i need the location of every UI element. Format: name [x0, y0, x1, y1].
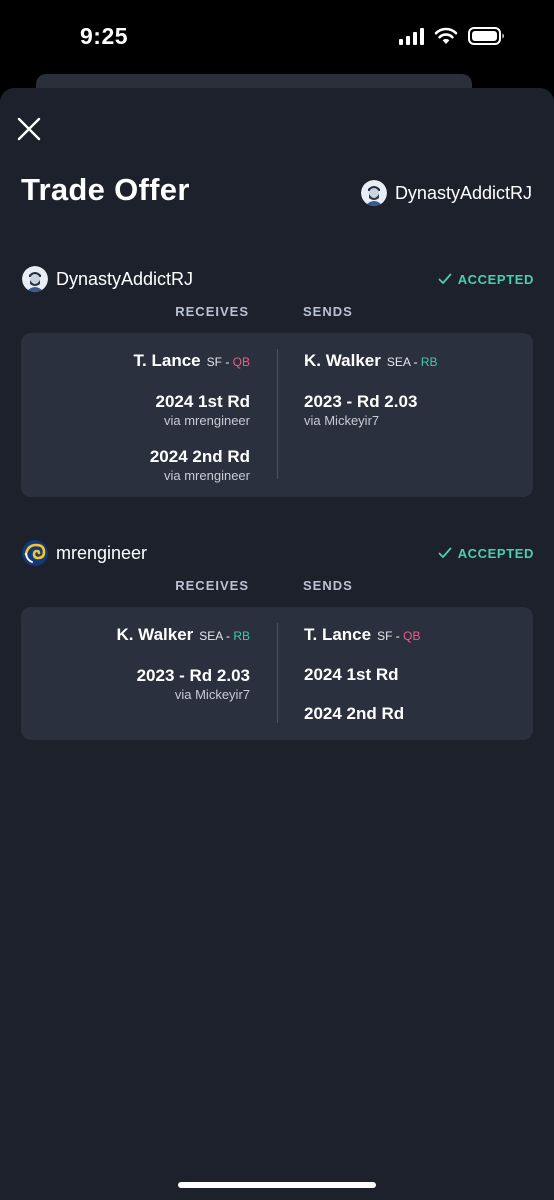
section-username: DynastyAddictRJ — [56, 268, 194, 289]
pick-name: 2024 2nd Rd — [149, 447, 250, 466]
card-divider — [277, 623, 278, 723]
sends-label: SENDS — [303, 578, 353, 593]
pick-name: 2023 - Rd 2.03 — [136, 666, 250, 685]
trade-card: T. Lance SF - QB 2024 1st Rd via mrengine… — [21, 333, 533, 497]
header-username: DynastyAddictRJ — [394, 182, 532, 203]
rams-logo-avatar-icon — [22, 540, 48, 566]
section-header: mrengineer ACCEPTED — [22, 538, 534, 568]
asset-pick[interactable]: 2024 1st Rd — [304, 664, 420, 686]
cellular-signal-icon — [399, 27, 424, 45]
accepted-label: ACCEPTED — [457, 271, 534, 287]
team-label: SEA — [386, 355, 411, 369]
close-button[interactable] — [14, 114, 44, 144]
battery-icon — [468, 27, 504, 45]
check-icon — [438, 547, 452, 558]
player-name: K. Walker — [304, 351, 381, 370]
position-label: QB — [232, 355, 250, 369]
pick-via: via mrengineer — [164, 413, 250, 428]
wifi-icon — [434, 27, 458, 44]
section-username: mrengineer — [56, 542, 148, 563]
asset-pick[interactable]: 2023 - Rd 2.03 via Mickeyir7 — [116, 665, 250, 702]
asset-player[interactable]: T. Lance SF - QB — [304, 624, 420, 647]
header-user[interactable]: DynastyAddictRJ — [360, 180, 532, 206]
home-indicator[interactable] — [178, 1182, 376, 1188]
team-label: SF — [206, 355, 222, 369]
pick-via: via Mickeyir7 — [304, 413, 380, 428]
asset-pick[interactable]: 2023 - Rd 2.03 via Mickeyir7 — [304, 391, 438, 428]
column-labels: RECEIVES SENDS — [0, 578, 554, 594]
accepted-status: ACCEPTED — [438, 546, 534, 561]
status-time: 9:25 — [80, 23, 129, 49]
section-user[interactable]: DynastyAddictRJ — [22, 266, 193, 292]
pick-via: via mrengineer — [164, 468, 250, 483]
receives-label: RECEIVES — [175, 578, 249, 593]
receives-column: T. Lance SF - QB 2024 1st Rd via mrengine… — [134, 350, 250, 501]
page-title: Trade Offer — [21, 172, 190, 207]
bearded-man-avatar-icon — [22, 266, 48, 292]
status-icons — [399, 26, 506, 46]
team-label: SEA — [199, 629, 223, 643]
asset-player[interactable]: T. Lance SF - QB — [134, 350, 250, 373]
position-label: RB — [420, 355, 438, 369]
asset-pick[interactable]: 2024 1st Rd via mrengineer — [134, 391, 251, 428]
accepted-status: ACCEPTED — [438, 272, 534, 287]
pick-via: via Mickeyir7 — [174, 687, 250, 702]
player-name: K. Walker — [116, 625, 194, 644]
column-labels: RECEIVES SENDS — [0, 304, 554, 320]
asset-pick[interactable]: 2024 2nd Rd — [304, 703, 420, 725]
team-label: SF — [377, 629, 393, 643]
pick-name: 2024 1st Rd — [155, 392, 251, 411]
sends-column: T. Lance SF - QB 2024 1st Rd 2024 2nd Rd — [304, 624, 420, 742]
trade-card: K. Walker SEA - RB 2023 - Rd 2.03 via Mic… — [21, 607, 533, 740]
status-bar: 9:25 — [0, 0, 554, 76]
player-name: T. Lance — [133, 351, 201, 370]
close-icon — [17, 117, 41, 141]
card-divider — [277, 349, 278, 479]
position-label: RB — [233, 629, 250, 643]
receives-column: K. Walker SEA - RB 2023 - Rd 2.03 via Mic… — [116, 624, 250, 720]
check-icon — [438, 273, 452, 284]
pick-name: 2024 1st Rd — [304, 665, 399, 684]
asset-player[interactable]: K. Walker SEA - RB — [116, 624, 250, 647]
sends-column: K. Walker SEA - RB 2023 - Rd 2.03 via Mic… — [304, 350, 438, 446]
sends-label: SENDS — [303, 304, 353, 319]
player-name: T. Lance — [304, 625, 372, 644]
section-user[interactable]: mrengineer — [22, 540, 147, 566]
asset-pick[interactable]: 2024 2nd Rd via mrengineer — [134, 446, 250, 483]
accepted-label: ACCEPTED — [457, 545, 534, 561]
section-header: DynastyAddictRJ ACCEPTED — [22, 264, 534, 294]
asset-player[interactable]: K. Walker SEA - RB — [304, 350, 438, 373]
pick-name: 2024 2nd Rd — [304, 704, 405, 723]
receives-label: RECEIVES — [175, 304, 249, 319]
trade-offer-sheet: Trade Offer DynastyAddictRJ DynastyAddic… — [0, 88, 554, 1200]
bearded-man-avatar-icon — [360, 180, 387, 206]
pick-name: 2023 - Rd 2.03 — [304, 392, 418, 411]
position-label: QB — [403, 629, 421, 643]
